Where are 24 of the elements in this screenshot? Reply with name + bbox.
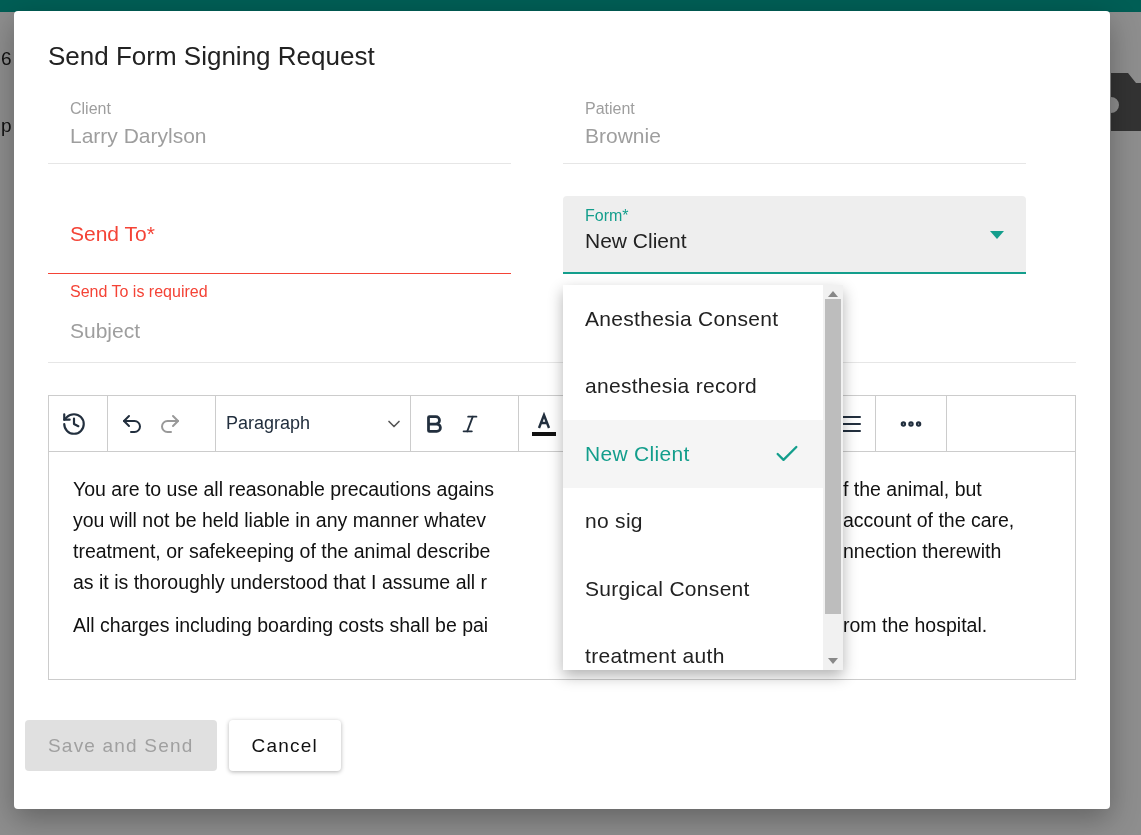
patient-field: Patient Brownie [563,92,1026,164]
scrollbar[interactable] [823,285,843,670]
error-message: Send To is required [70,283,209,301]
editor-text: as it is thoroughly understood that I assume all r [73,570,489,595]
menu-item[interactable]: treatment auth [563,622,823,670]
editor-text: All charges including boarding costs shall be pai [73,613,490,638]
dialog-title: Send Form Signing Request [48,41,376,72]
editor-text: f the animal, but [843,477,983,502]
background-text: 6 [1,48,12,70]
editor-text: account of the care, [843,508,1016,533]
block-format-select[interactable]: Paragraph [216,413,410,434]
editor-text: You are to use all reasonable precautions agains [73,477,495,502]
client-field: Client Larry Darylson [48,92,511,164]
form-select[interactable]: Form* New Client [563,196,1026,274]
editor-text: nnection therewith [843,539,1003,564]
menu-item[interactable]: Anesthesia Consent [563,285,823,353]
editor-text: rom the hospital. [843,613,989,638]
cancel-button[interactable]: Cancel [228,720,341,771]
send-to-field[interactable]: Send To* [48,196,511,274]
background-text: p [1,115,12,137]
editor-text: treatment, or safekeeping of the animal describe [73,539,492,564]
camera-icon [1111,73,1141,131]
caret-icon [990,231,1004,239]
editor-text: you will not be held liable in any manner whatev [73,508,487,533]
